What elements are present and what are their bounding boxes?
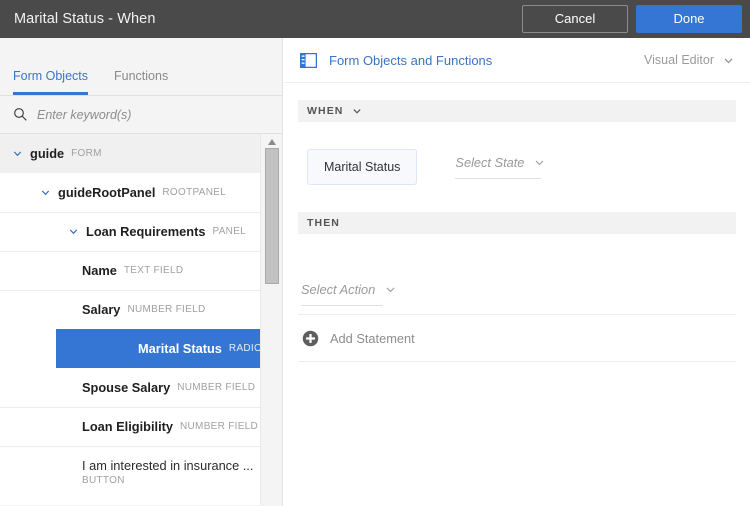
sidebar-tabs: Form Objects Functions [0, 38, 282, 96]
tree-node-label: Name [82, 263, 117, 278]
search-row [0, 96, 282, 134]
content-header: Form Objects and Functions Visual Editor [284, 38, 750, 83]
header-actions: Cancel Done [522, 5, 742, 33]
done-button[interactable]: Done [636, 5, 742, 33]
rule-body: WHEN Marital Status Select State [284, 83, 750, 362]
tree-scrollbar[interactable] [260, 134, 282, 505]
add-statement-button[interactable]: Add Statement [298, 315, 736, 361]
then-band-label: THEN [307, 217, 340, 229]
when-condition-row: Marital Status Select State [298, 122, 736, 212]
select-action-inner: Select Action [301, 282, 396, 297]
select-state-underline [455, 178, 541, 179]
chevron-down-icon[interactable] [352, 106, 362, 116]
select-action-underline [301, 305, 383, 306]
tree-node-type: PANEL [212, 226, 246, 237]
tree-node-spouse-salary[interactable]: Spouse Salary NUMBER FIELD [0, 368, 282, 407]
when-band: WHEN [298, 100, 736, 122]
tree-node-salary[interactable]: Salary NUMBER FIELD [0, 290, 282, 329]
tree-node-loan-eligibility[interactable]: Loan Eligibility NUMBER FIELD [0, 407, 282, 446]
tree-node-label: Spouse Salary [82, 380, 170, 395]
add-statement-label: Add Statement [330, 331, 415, 346]
chevron-down-icon[interactable] [385, 284, 396, 295]
tree-node-guide[interactable]: guide FORM [0, 134, 282, 173]
search-icon [13, 107, 28, 122]
chevron-down-icon[interactable] [12, 148, 23, 159]
tab-form-objects[interactable]: Form Objects [13, 69, 88, 95]
tree-node-label: Salary [82, 302, 120, 317]
tree-node-stacked-labels: I am interested in insurance ... BUTTON [82, 458, 253, 486]
tree-node-type: NUMBER FIELD [127, 304, 205, 315]
tree-node-label: Marital Status [138, 341, 222, 356]
form-objects-tree: guide FORM guideRootPanel ROOTPANEL [0, 134, 282, 505]
content-header-title: Form Objects and Functions [329, 53, 492, 68]
rule-editor-window: Marital Status - When Cancel Done Form O… [0, 0, 750, 506]
tree-node-name[interactable]: Name TEXT FIELD [0, 251, 282, 290]
visual-editor-label: Visual Editor [644, 53, 714, 67]
sidebar: Form Objects Functions guide FORM [0, 38, 283, 506]
chevron-down-icon[interactable] [534, 157, 545, 168]
tree-node-loan-requirements[interactable]: Loan Requirements PANEL [0, 212, 282, 251]
when-band-label: WHEN [307, 105, 343, 117]
tree-scroll-area: guide FORM guideRootPanel ROOTPANEL [0, 134, 282, 498]
chevron-down-icon[interactable] [723, 55, 734, 66]
tree-node-type: FORM [71, 148, 102, 159]
rule-editor-content: Form Objects and Functions Visual Editor… [284, 38, 750, 506]
tree-node-label: Loan Eligibility [82, 419, 173, 434]
scrollbar-thumb[interactable] [265, 148, 279, 284]
tree-node-insurance-button[interactable]: I am interested in insurance ... BUTTON [0, 446, 282, 498]
page-title: Marital Status - When [14, 11, 156, 27]
tree-node-label: guide [30, 146, 64, 161]
tree-node-type: TEXT FIELD [124, 265, 184, 276]
select-state-value: Select State [455, 155, 524, 170]
tree-node-type: NUMBER FIELD [177, 382, 255, 393]
select-state-inner: Select State [455, 155, 545, 170]
tree-node-type: BUTTON [82, 475, 253, 486]
tree-node-guiderootpanel[interactable]: guideRootPanel ROOTPANEL [0, 173, 282, 212]
chevron-down-icon[interactable] [68, 226, 79, 237]
tab-functions[interactable]: Functions [114, 69, 168, 95]
select-state-dropdown[interactable]: Select State [455, 155, 545, 179]
window-header: Marital Status - When Cancel Done [0, 0, 750, 38]
then-band: THEN [298, 212, 736, 234]
tree-node-type: ROOTPANEL [162, 187, 226, 198]
select-action-value: Select Action [301, 282, 375, 297]
statement-divider-bottom [298, 361, 736, 362]
tree-node-label: guideRootPanel [58, 185, 155, 200]
plus-circle-icon[interactable] [302, 330, 319, 347]
form-objects-panel-icon [300, 53, 317, 68]
search-input[interactable] [37, 108, 247, 122]
triangle-up-icon[interactable] [267, 138, 277, 146]
when-object-chip[interactable]: Marital Status [307, 149, 417, 185]
chevron-down-icon[interactable] [40, 187, 51, 198]
tree-node-label: I am interested in insurance ... [82, 458, 253, 473]
tree-node-type: NUMBER FIELD [180, 421, 258, 432]
select-action-dropdown[interactable]: Select Action [301, 282, 396, 306]
cancel-button[interactable]: Cancel [522, 5, 628, 33]
tree-node-marital-status[interactable]: Marital Status RADIO BUTTON [56, 329, 261, 368]
tree-node-label: Loan Requirements [86, 224, 205, 239]
visual-editor-dropdown[interactable]: Visual Editor [644, 53, 734, 67]
then-action-row: Select Action [298, 234, 736, 314]
